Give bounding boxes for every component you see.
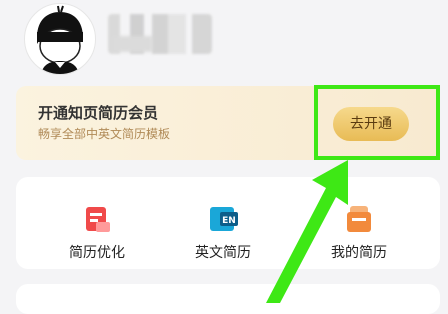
username-blurred — [108, 14, 212, 54]
tool-label: 英文简历 — [195, 245, 251, 261]
avatar[interactable] — [24, 3, 96, 75]
profile-header — [0, 0, 448, 86]
tool-english-resume[interactable]: EN 英文简历 — [173, 202, 273, 262]
tool-my-resume[interactable]: 我的简历 — [309, 202, 409, 262]
membership-subtitle: 畅享全部中英文简历模板 — [38, 127, 171, 141]
tool-label: 简历优化 — [69, 245, 125, 261]
open-membership-button[interactable]: 去开通 — [333, 107, 409, 141]
english-resume-icon: EN — [210, 207, 238, 231]
english-icon-text: EN — [222, 216, 236, 226]
membership-title: 开通知页简历会员 — [38, 104, 159, 122]
tool-resume-optimize[interactable]: 简历优化 — [47, 202, 147, 262]
avatar-face-icon — [37, 5, 83, 74]
next-card — [16, 284, 440, 314]
resume-optimize-icon — [86, 207, 110, 232]
my-resume-icon — [347, 206, 371, 232]
tool-label: 我的简历 — [331, 245, 387, 261]
